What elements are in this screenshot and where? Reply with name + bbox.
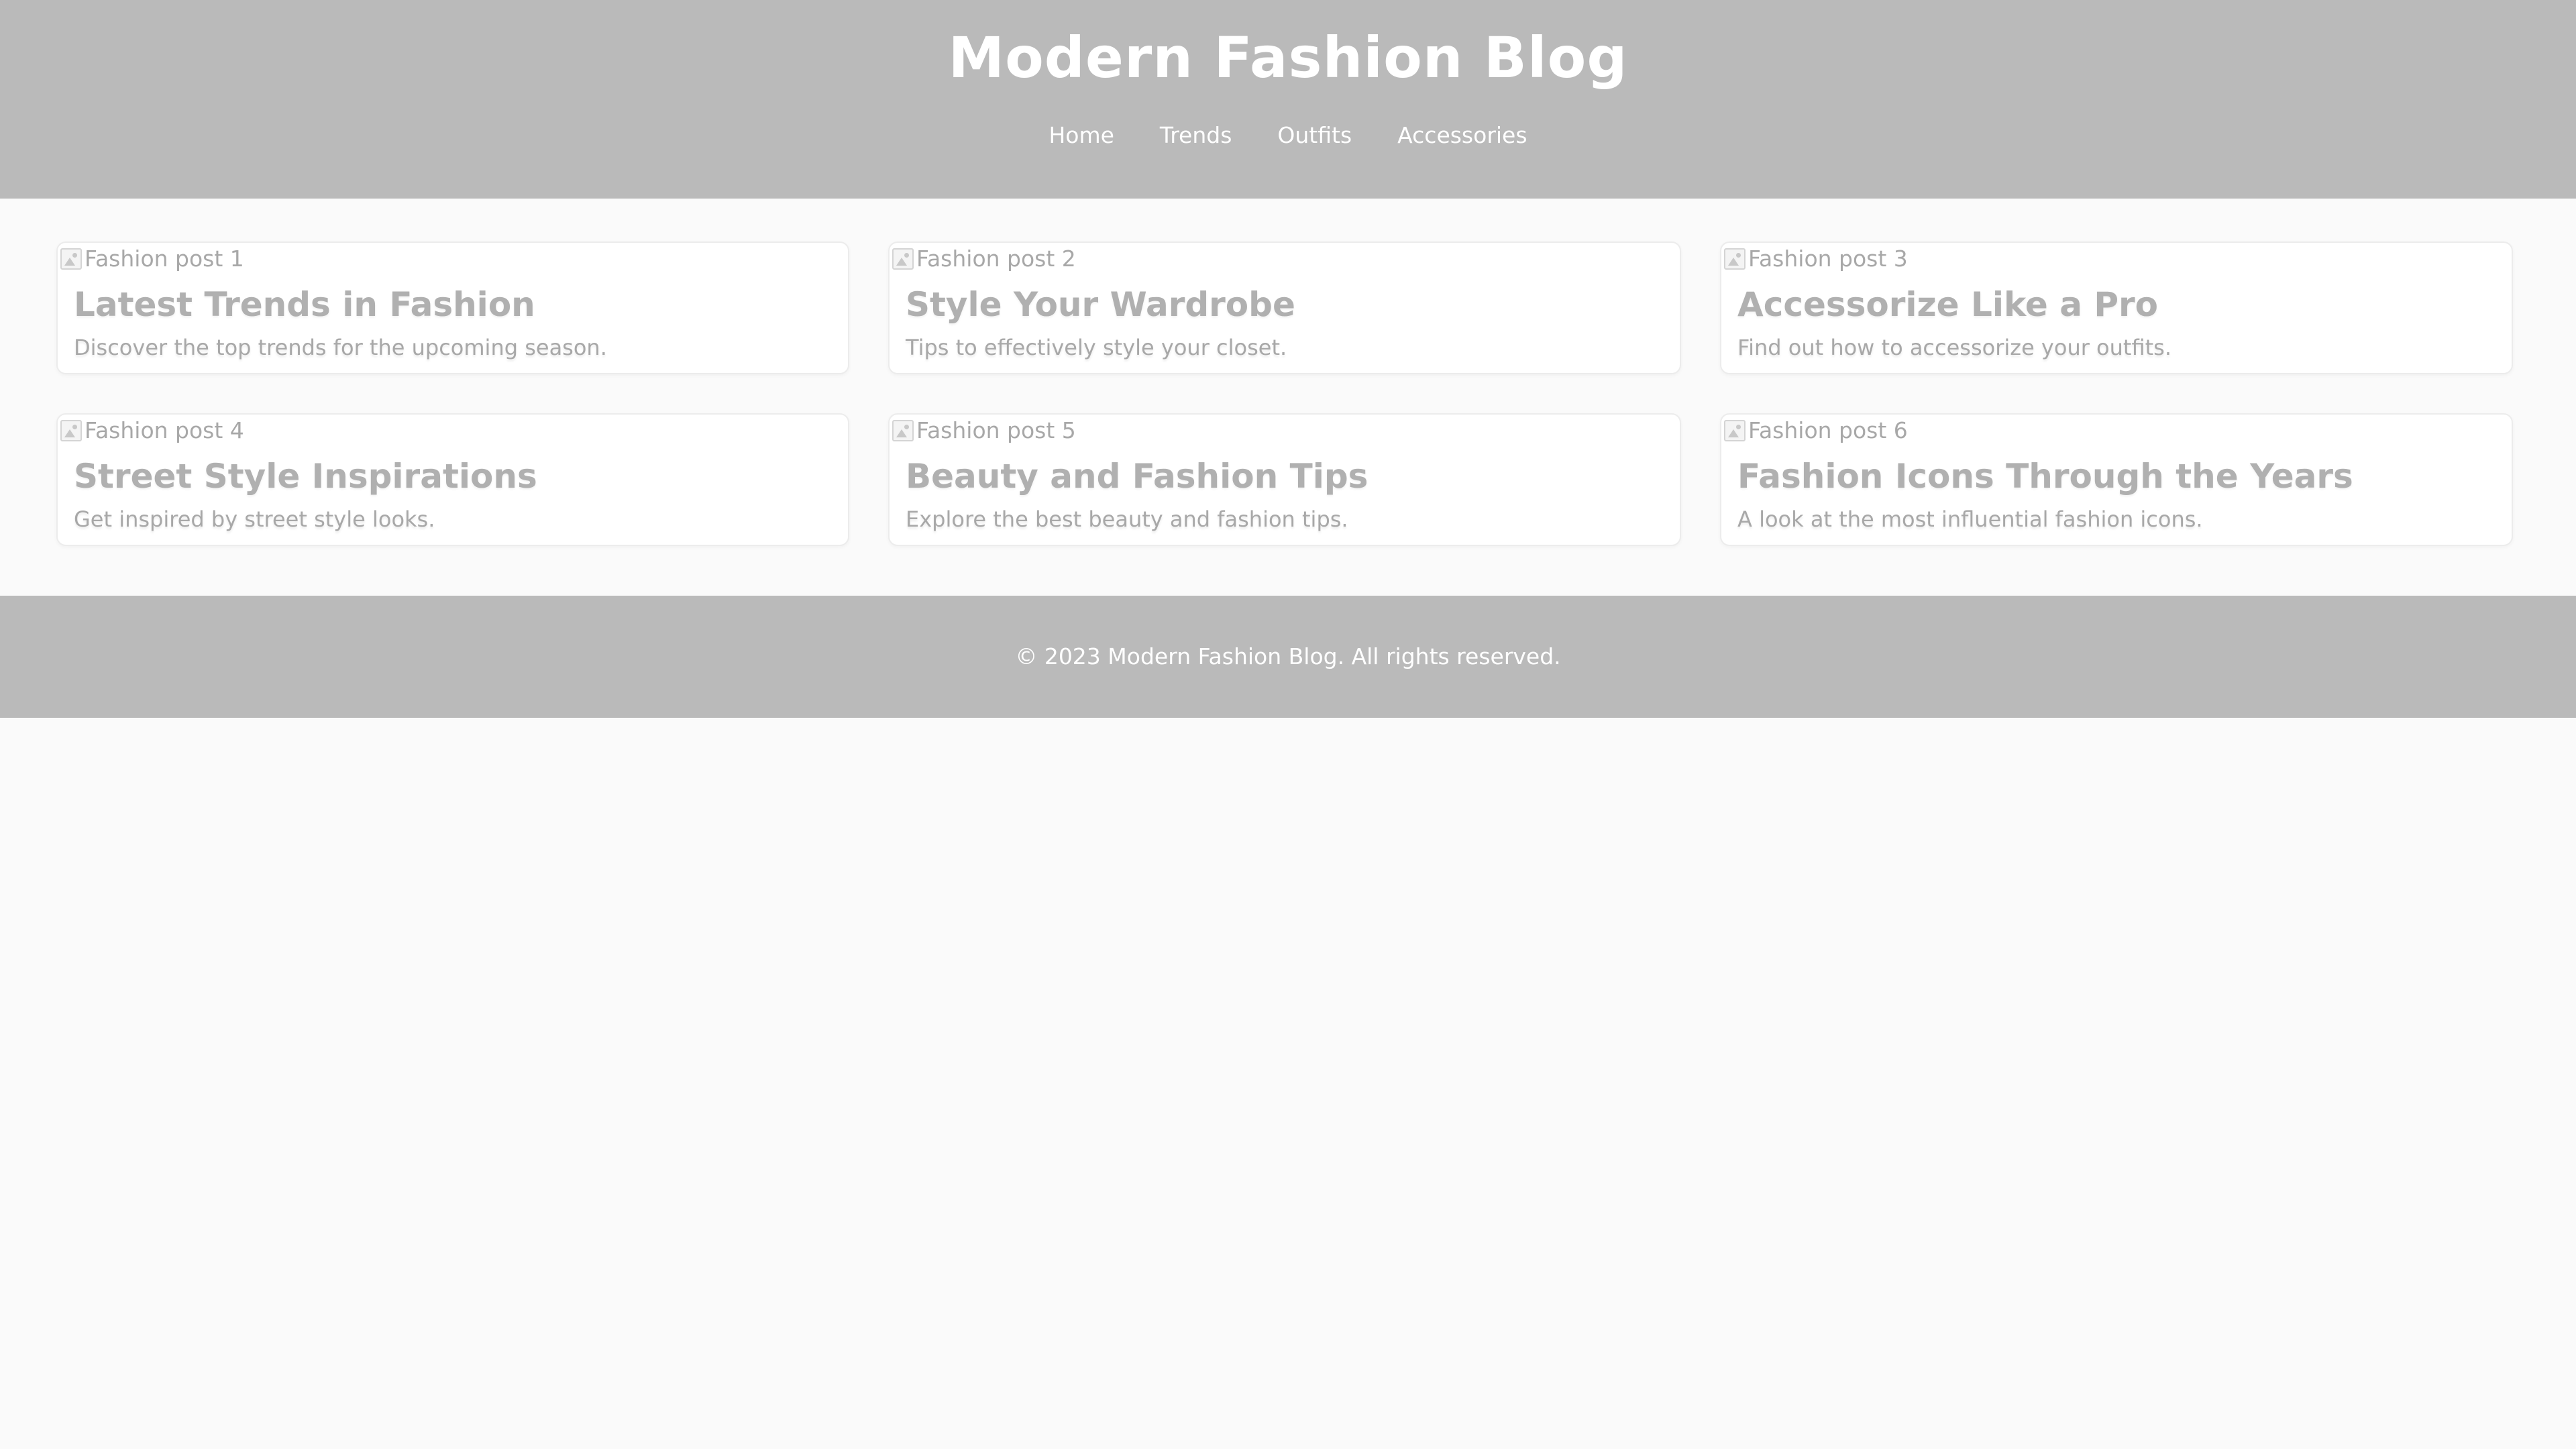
post-description: A look at the most influential fashion i… — [1737, 506, 2203, 532]
post-card[interactable]: Fashion post 1 Latest Trends in Fashion … — [56, 241, 849, 374]
broken-image-icon — [1724, 248, 1746, 270]
post-title[interactable]: Latest Trends in Fashion — [74, 283, 535, 326]
post-image: Fashion post 6 — [1724, 417, 1908, 444]
post-image-alt: Fashion post 4 — [85, 417, 244, 443]
post-description: Discover the top trends for the upcoming… — [74, 335, 607, 360]
post-title[interactable]: Accessorize Like a Pro — [1737, 283, 2158, 326]
post-image-alt: Fashion post 5 — [916, 417, 1076, 443]
site-header: Modern Fashion Blog Home Trends Outfits … — [0, 0, 2576, 199]
post-image: Fashion post 2 — [892, 246, 1076, 272]
nav-link-trends[interactable]: Trends — [1160, 122, 1232, 149]
post-card[interactable]: Fashion post 2 Style Your Wardrobe Tips … — [888, 241, 1681, 374]
post-description: Get inspired by street style looks. — [74, 506, 435, 532]
main-nav: Home Trends Outfits Accessories — [1049, 122, 1527, 149]
main-content: Fashion post 1 Latest Trends in Fashion … — [0, 199, 2576, 596]
post-card[interactable]: Fashion post 6 Fashion Icons Through the… — [1720, 413, 2513, 546]
post-image: Fashion post 4 — [60, 417, 244, 444]
post-title[interactable]: Street Style Inspirations — [74, 455, 537, 498]
post-image: Fashion post 1 — [60, 246, 244, 272]
post-image-alt: Fashion post 3 — [1748, 246, 1908, 272]
post-card[interactable]: Fashion post 3 Accessorize Like a Pro Fi… — [1720, 241, 2513, 374]
post-image-alt: Fashion post 2 — [916, 246, 1076, 272]
post-image-alt: Fashion post 6 — [1748, 417, 1908, 443]
post-title[interactable]: Beauty and Fashion Tips — [906, 455, 1368, 498]
site-title: Modern Fashion Blog — [948, 25, 1628, 91]
post-image: Fashion post 5 — [892, 417, 1076, 444]
broken-image-icon — [60, 420, 82, 441]
post-card[interactable]: Fashion post 4 Street Style Inspirations… — [56, 413, 849, 546]
post-description: Find out how to accessorize your outfits… — [1737, 335, 2171, 360]
broken-image-icon — [1724, 420, 1746, 441]
broken-image-icon — [892, 420, 914, 441]
broken-image-icon — [892, 248, 914, 270]
nav-link-home[interactable]: Home — [1049, 122, 1114, 149]
footer-copyright: © 2023 Modern Fashion Blog. All rights r… — [1015, 643, 1561, 669]
post-image: Fashion post 3 — [1724, 246, 1908, 272]
post-title[interactable]: Style Your Wardrobe — [906, 283, 1295, 326]
post-description: Explore the best beauty and fashion tips… — [906, 506, 1348, 532]
nav-link-accessories[interactable]: Accessories — [1397, 122, 1527, 149]
site-footer: © 2023 Modern Fashion Blog. All rights r… — [0, 596, 2576, 718]
post-card[interactable]: Fashion post 5 Beauty and Fashion Tips E… — [888, 413, 1681, 546]
broken-image-icon — [60, 248, 82, 270]
nav-link-outfits[interactable]: Outfits — [1277, 122, 1352, 149]
post-image-alt: Fashion post 1 — [85, 246, 244, 272]
post-grid: Fashion post 1 Latest Trends in Fashion … — [56, 241, 2520, 546]
post-description: Tips to effectively style your closet. — [906, 335, 1287, 360]
post-title[interactable]: Fashion Icons Through the Years — [1737, 455, 2353, 498]
